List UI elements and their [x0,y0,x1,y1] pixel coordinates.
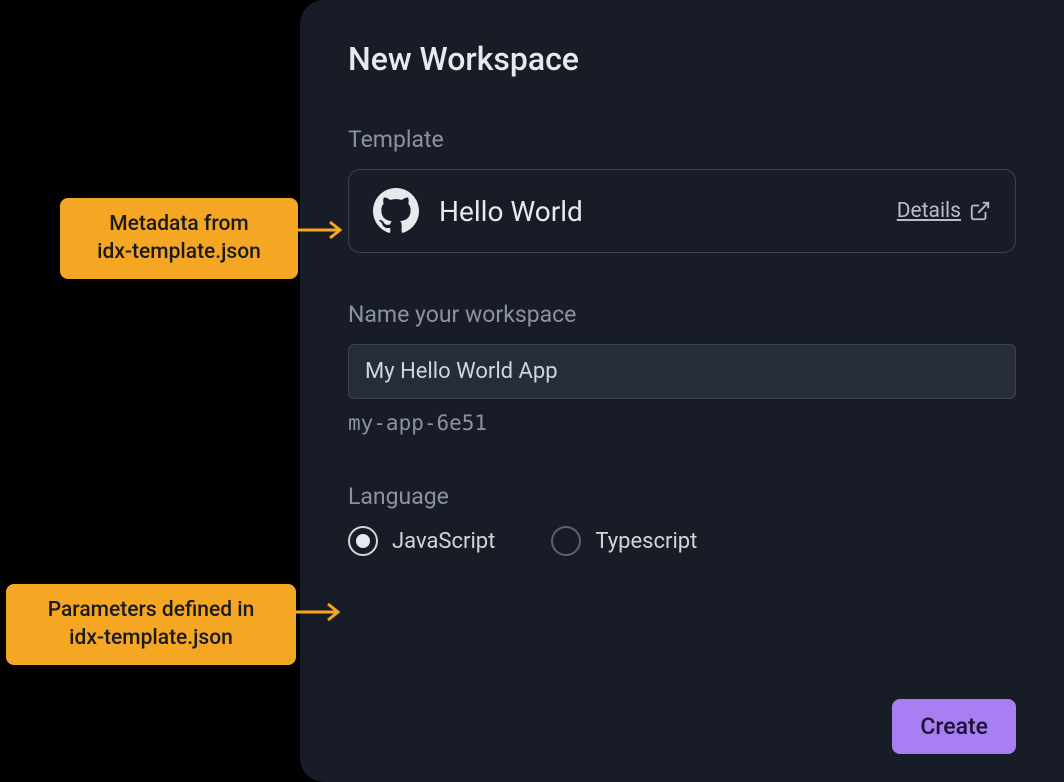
arrow-icon [296,600,344,624]
radio-dot [356,534,370,548]
radio-javascript[interactable]: JavaScript [348,526,495,556]
language-radio-group: JavaScript Typescript [348,526,1016,556]
dialog-title: New Workspace [348,40,1016,78]
template-card[interactable]: Hello World Details [348,169,1016,253]
details-label: Details [897,199,961,223]
radio-indicator [551,526,581,556]
radio-label: JavaScript [392,529,495,554]
create-button[interactable]: Create [892,699,1016,754]
name-section-label: Name your workspace [348,301,1016,328]
new-workspace-dialog: New Workspace Template Hello World Detai… [300,0,1064,782]
language-section-label: Language [348,483,1016,510]
external-link-icon [969,200,991,222]
callout-line: idx-template.json [24,624,278,652]
radio-label: Typescript [595,529,697,554]
github-icon [373,188,419,234]
workspace-name-input[interactable] [348,344,1016,399]
workspace-slug: my-app-6e51 [348,411,1016,435]
template-name: Hello World [439,195,877,228]
callout-line: Parameters defined in [24,596,278,624]
arrow-icon [298,218,346,242]
radio-indicator [348,526,378,556]
template-section-label: Template [348,126,1016,153]
callout-parameters: Parameters defined in idx-template.json [6,584,296,665]
details-link[interactable]: Details [897,199,991,223]
callout-metadata: Metadata from idx-template.json [60,198,298,279]
dialog-footer: Create [892,699,1016,754]
radio-typescript[interactable]: Typescript [551,526,697,556]
callout-line: Metadata from [78,210,280,238]
callout-line: idx-template.json [78,238,280,266]
